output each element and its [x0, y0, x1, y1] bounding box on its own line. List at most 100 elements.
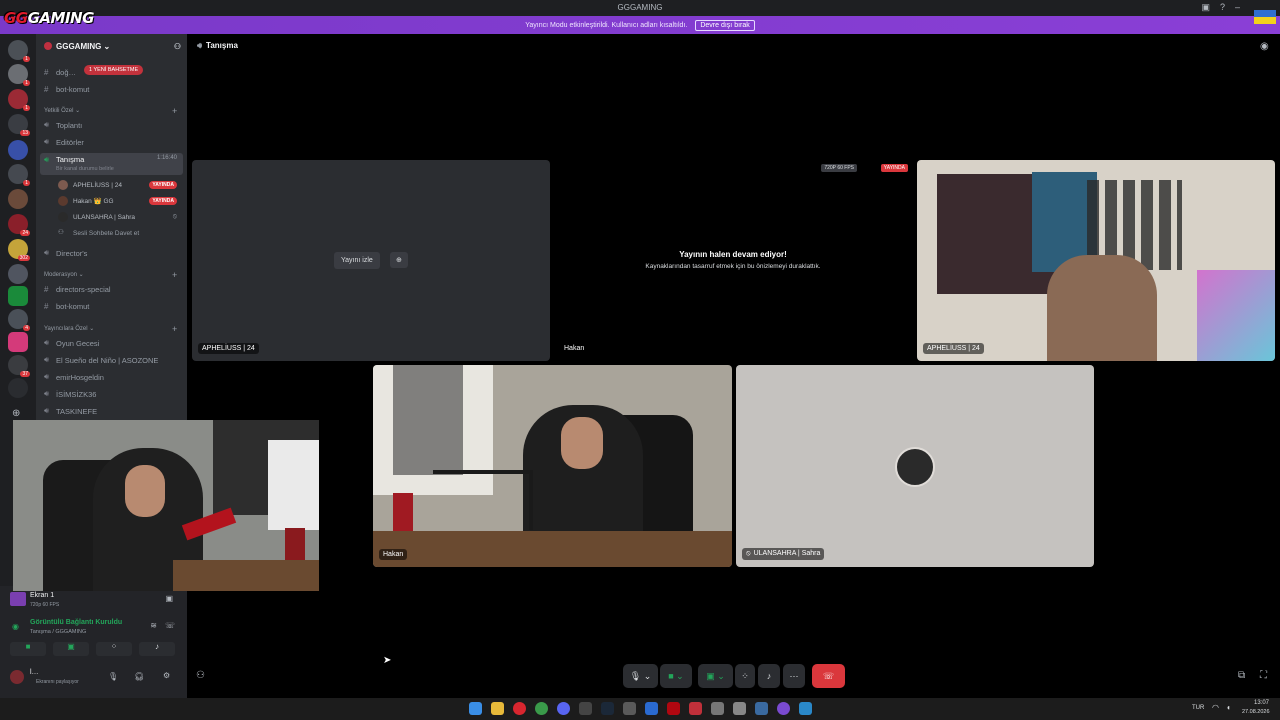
voice-user-ulansahra[interactable]: ULANSAHRA | Sahra ⦸: [58, 210, 183, 224]
server-icon[interactable]: [8, 189, 28, 209]
add-friend-icon[interactable]: ⚇: [174, 42, 181, 51]
disable-streamer-mode-button[interactable]: Devre dışı bırak: [695, 19, 755, 31]
call-channel-title: 🔊︎ Tanışma: [197, 41, 238, 50]
channel-status[interactable]: Bir kanal durumu belirle: [56, 166, 114, 172]
steam-icon[interactable]: [601, 702, 614, 715]
connection-channel[interactable]: Tanışma / GGGAMING: [30, 629, 86, 635]
channel-emirhosgeldin[interactable]: 🔊︎ emirHosgeldin: [40, 370, 183, 384]
stream-tile-hakan[interactable]: 720P 60 FPS YAYINDA Yayının halen devam …: [554, 160, 912, 361]
fullscreen-icon[interactable]: ⛶: [1260, 670, 1267, 681]
opera-icon[interactable]: [513, 702, 526, 715]
minimize-icon[interactable]: –: [1235, 2, 1240, 13]
more-options-icon[interactable]: ⋯: [783, 664, 805, 688]
app-icon[interactable]: [777, 702, 790, 715]
server-icon[interactable]: 1: [8, 64, 30, 86]
channel-tanisma[interactable]: 🔊︎ Tanışma 1:16:40 Bir kanal durumu beli…: [40, 153, 183, 175]
server-icon[interactable]: [8, 264, 28, 284]
add-server-icon[interactable]: ⊕: [12, 408, 20, 419]
category-moderasyon[interactable]: Moderasyon ⌄ +: [44, 270, 177, 280]
server-icon[interactable]: [8, 378, 28, 398]
server-icon[interactable]: [8, 332, 28, 352]
channel-oyun-gecesi[interactable]: 🔊︎ Oyun Gecesi: [40, 336, 183, 350]
channel-el-sueno[interactable]: 🔊︎ El Sueño del Niño | ASOZONE: [40, 353, 183, 367]
app-icon[interactable]: [623, 702, 636, 715]
video-tile-hakan[interactable]: Hakan: [373, 365, 732, 567]
server-icon[interactable]: 37: [8, 355, 30, 377]
channel-directors[interactable]: 🔊︎ Director's: [40, 246, 183, 260]
server-icon[interactable]: 302: [8, 239, 30, 261]
stop-stream-icon[interactable]: ▣: [165, 594, 173, 603]
soundboard-button[interactable]: ♪: [139, 642, 175, 656]
popout-icon[interactable]: ⧉: [1238, 670, 1245, 681]
server-icon[interactable]: 13: [8, 114, 30, 136]
disconnect-icon[interactable]: ☏: [165, 621, 175, 630]
server-icon[interactable]: 24: [8, 214, 30, 236]
server-icon[interactable]: 1: [8, 40, 30, 62]
chrome-icon[interactable]: [535, 702, 548, 715]
wifi-icon[interactable]: ◠: [1212, 703, 1219, 712]
guild-header[interactable]: GGGAMING ⌄ ⚇: [36, 34, 187, 58]
app-icon[interactable]: [645, 702, 658, 715]
help-icon[interactable]: ?: [1220, 2, 1225, 13]
channel-directors-special[interactable]: # directors-special: [40, 282, 183, 296]
inbox-icon[interactable]: ▣: [1201, 2, 1210, 13]
leave-call-button[interactable]: ☏: [812, 664, 845, 688]
channel-taskinefe[interactable]: 🔊︎ TASKINEFE: [40, 404, 183, 418]
category-yayincilar[interactable]: Yayıncılara Özel ⌄ +: [44, 324, 177, 334]
user-avatar[interactable]: [10, 670, 24, 684]
volume-icon[interactable]: ◖: [1226, 703, 1231, 712]
activities-button[interactable]: ⁘: [96, 642, 132, 656]
screen-share-toggle[interactable]: ▣ ⌄: [698, 664, 733, 688]
server-icon[interactable]: [8, 140, 28, 160]
new-mentions-badge[interactable]: 1 YENİ BAHSETME: [84, 65, 144, 75]
clock-time[interactable]: 13:07: [1254, 700, 1269, 706]
channel-editorler[interactable]: 🔊︎ Editörler: [40, 135, 183, 149]
mic-toggle[interactable]: 🎙︎ ⌄: [623, 664, 658, 688]
server-icon[interactable]: [8, 286, 28, 306]
server-icon[interactable]: 1: [8, 89, 30, 111]
channel-bot-komut[interactable]: # bot-komut: [40, 82, 183, 96]
voice-user-hakan[interactable]: Hakan 👑 GG YAYINDA: [58, 194, 183, 208]
settings-icon[interactable]: ⚙: [163, 671, 170, 680]
server-icon[interactable]: 1: [8, 164, 30, 186]
camera-button[interactable]: ■: [10, 642, 46, 656]
channel-label: doğ…: [56, 67, 77, 77]
folder-icon[interactable]: [491, 702, 504, 715]
clock-date[interactable]: 27.08.2026: [1242, 709, 1270, 715]
headset-icon[interactable]: 🎧︎: [134, 672, 144, 681]
category-yetkili[interactable]: Yetkili Özel ⌄ +: [44, 106, 177, 116]
noise-suppression-icon[interactable]: ≋: [150, 621, 157, 630]
app-icon[interactable]: [689, 702, 702, 715]
camera-toggle[interactable]: ■ ⌄: [660, 664, 692, 688]
soundboard-button[interactable]: ♪: [758, 664, 780, 688]
epic-icon[interactable]: [579, 702, 592, 715]
screen-share-button[interactable]: ▣: [53, 642, 89, 656]
app-icon[interactable]: [733, 702, 746, 715]
call-area: [187, 34, 1280, 700]
windows-icon[interactable]: [469, 702, 482, 715]
stream-tile-apheliuss[interactable]: Yayını izle ⊕ APHELİUSS | 24: [192, 160, 550, 361]
channel-isimsizk36[interactable]: 🔊︎ İSİMSİZK36: [40, 387, 183, 401]
popout-icon[interactable]: ⊕: [390, 252, 408, 268]
channel-bot-komut-2[interactable]: # bot-komut: [40, 299, 183, 313]
watch-stream-button[interactable]: Yayını izle: [334, 252, 380, 269]
language-indicator[interactable]: TUR: [1192, 705, 1204, 711]
discord-icon[interactable]: [557, 702, 570, 715]
video-tile-ulansahra[interactable]: ⦸ ULANSAHRA | Sahra: [736, 365, 1094, 567]
screen-share-row: Ekran 1 720p 60 FPS ▣: [0, 590, 187, 610]
invite-to-voice[interactable]: ⚇ Sesli Sohbete Davet et: [58, 226, 183, 240]
voice-user-apheliuss[interactable]: APHELİUSS | 24 YAYINDA: [58, 178, 183, 192]
netflix-icon[interactable]: [667, 702, 680, 715]
mic-icon[interactable]: 🎙︎: [108, 672, 118, 681]
app-icon[interactable]: [799, 702, 812, 715]
titlebar-icons: ▣ ? –: [1201, 2, 1240, 13]
video-tile-apheliuss[interactable]: APHELİUSS | 24: [917, 160, 1275, 361]
chat-icon[interactable]: ◉: [1260, 41, 1269, 52]
channel-toplanti[interactable]: 🔊︎ Toplantı: [40, 118, 183, 132]
server-icon[interactable]: 4: [8, 309, 30, 331]
app-icon[interactable]: [711, 702, 724, 715]
connection-status[interactable]: Görüntülü Bağlantı Kuruldu: [30, 619, 122, 626]
activities-button[interactable]: ⁘: [735, 664, 755, 688]
invite-icon[interactable]: ⚇: [196, 670, 205, 681]
app-icon[interactable]: [755, 702, 768, 715]
